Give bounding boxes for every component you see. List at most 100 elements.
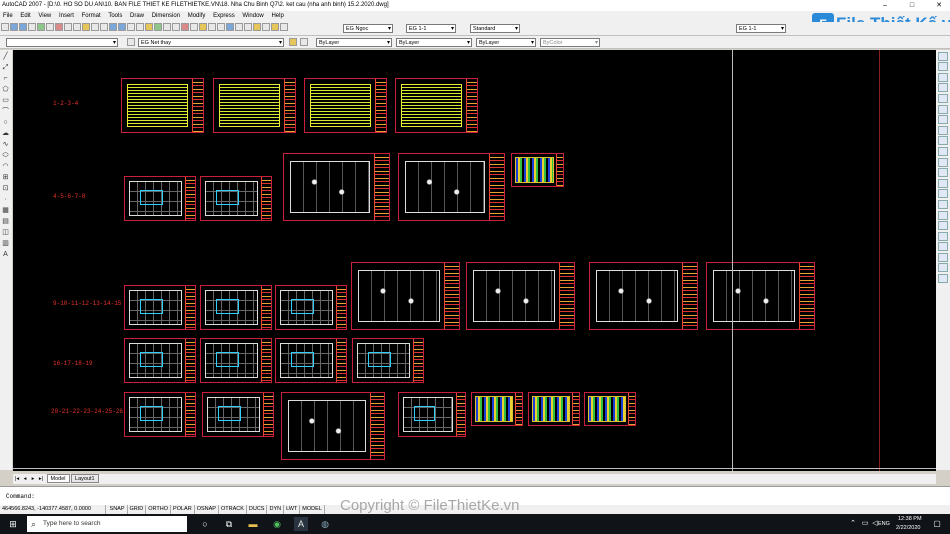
- drawing-sheet[interactable]: [200, 338, 272, 383]
- menu-insert[interactable]: Insert: [56, 11, 77, 22]
- draworder-icon[interactable]: [938, 231, 948, 241]
- close-button[interactable]: ✕: [930, 0, 948, 11]
- trim-icon[interactable]: [938, 146, 948, 156]
- erase-icon[interactable]: [938, 51, 948, 61]
- workspace-select[interactable]: [6, 38, 118, 47]
- menu-tools[interactable]: Tools: [105, 11, 125, 22]
- cut-icon[interactable]: [54, 23, 63, 31]
- break-icon[interactable]: [938, 178, 948, 188]
- hatch-icon[interactable]: ▦: [1, 206, 10, 215]
- layer-toolbar-icon-8[interactable]: [270, 23, 279, 31]
- matchprop-icon[interactable]: [81, 23, 90, 31]
- ducs-toggle[interactable]: DUCS: [247, 505, 268, 514]
- layer-toolbar-icon-9[interactable]: [279, 23, 288, 31]
- break-point-icon[interactable]: [938, 168, 948, 178]
- paste-icon[interactable]: [72, 23, 81, 31]
- otrack-toggle[interactable]: OTRACK: [219, 505, 247, 514]
- first-tab-icon[interactable]: |◂: [13, 474, 21, 484]
- designcenter-icon[interactable]: [153, 23, 162, 31]
- osnap-toggle[interactable]: OSNAP: [195, 505, 219, 514]
- scale-icon[interactable]: [938, 125, 948, 135]
- drawing-sheet[interactable]: [584, 392, 636, 426]
- taskbar-search-input[interactable]: Type here to search: [27, 516, 187, 532]
- drawing-sheet[interactable]: [124, 392, 196, 437]
- layer-properties-icon[interactable]: [126, 38, 135, 46]
- ortho-toggle[interactable]: ORTHO: [146, 505, 172, 514]
- layer-toolbar-icon-7[interactable]: [261, 23, 270, 31]
- help-icon[interactable]: [198, 23, 207, 31]
- menu-view[interactable]: View: [35, 11, 54, 22]
- drawing-sheet[interactable]: [352, 338, 424, 383]
- join-icon[interactable]: [938, 189, 948, 199]
- linetype-select[interactable]: ByLayer: [396, 38, 472, 47]
- extend-icon[interactable]: [938, 157, 948, 167]
- drawing-sheet[interactable]: [275, 285, 347, 330]
- preview-icon[interactable]: [36, 23, 45, 31]
- tab-layout1[interactable]: Layout1: [71, 474, 99, 483]
- dim-style-select[interactable]: EG 1-1: [406, 24, 456, 33]
- polar-toggle[interactable]: POLAR: [171, 505, 195, 514]
- next-tab-icon[interactable]: ▸: [29, 474, 37, 484]
- draworder-back-icon[interactable]: [938, 252, 948, 262]
- prev-tab-icon[interactable]: ◂: [21, 474, 29, 484]
- plot-icon[interactable]: [27, 23, 36, 31]
- markup-icon[interactable]: [180, 23, 189, 31]
- file-explorer-icon[interactable]: ▬: [246, 517, 260, 531]
- new-icon[interactable]: [0, 23, 9, 31]
- clock-date[interactable]: 2/22/2020: [896, 525, 920, 531]
- polyline-icon[interactable]: ⌐: [1, 74, 10, 83]
- color-select[interactable]: ByLayer: [316, 38, 392, 47]
- copy-icon[interactable]: [63, 23, 72, 31]
- table-icon[interactable]: ▥: [1, 239, 10, 248]
- drawing-sheet[interactable]: [466, 262, 575, 330]
- text-style-select[interactable]: EG Ngoc: [343, 24, 393, 33]
- arc-icon[interactable]: ⌒: [1, 107, 10, 116]
- ellipse-arc-icon[interactable]: ◠: [1, 162, 10, 171]
- model-toggle[interactable]: MODEL: [300, 505, 325, 514]
- array-icon[interactable]: [938, 93, 948, 103]
- line-icon[interactable]: ╱: [1, 52, 10, 61]
- menu-express[interactable]: Express: [210, 11, 238, 22]
- drawing-sheet[interactable]: [283, 153, 390, 221]
- drawing-sheet[interactable]: [281, 392, 385, 460]
- point-icon[interactable]: ·: [1, 195, 10, 204]
- drawing-sheet[interactable]: [275, 338, 347, 383]
- drawing-sheet[interactable]: [200, 285, 272, 330]
- layer-toolbar-icon-4[interactable]: [234, 23, 243, 31]
- last-tab-icon[interactable]: ▸|: [37, 474, 45, 484]
- text-front-icon[interactable]: [938, 263, 948, 273]
- lwt-toggle[interactable]: LWT: [284, 505, 301, 514]
- draworder-front-icon[interactable]: [938, 242, 948, 252]
- drawing-sheet[interactable]: [121, 78, 204, 133]
- calculator-icon[interactable]: [189, 23, 198, 31]
- properties-icon[interactable]: [144, 23, 153, 31]
- circle-icon[interactable]: ○: [1, 118, 10, 127]
- rectangle-icon[interactable]: ▭: [1, 96, 10, 105]
- polygon-icon[interactable]: ⬠: [1, 85, 10, 94]
- move-icon[interactable]: [938, 104, 948, 114]
- mtext-icon[interactable]: A: [1, 250, 10, 259]
- menu-help[interactable]: Help: [268, 11, 286, 22]
- drawing-sheet[interactable]: [528, 392, 580, 426]
- layer-previous-icon[interactable]: [299, 38, 308, 46]
- task-view-icon[interactable]: ⧉: [222, 517, 236, 531]
- drawing-sheet[interactable]: [395, 78, 478, 133]
- model-space-canvas[interactable]: 1-2-3-4 4-5-6-7-8 9-10-11-12-13-14-15 16…: [13, 50, 936, 471]
- layer-toolbar-icon-6[interactable]: [252, 23, 261, 31]
- revcloud-icon[interactable]: ☁: [1, 129, 10, 138]
- layer-toolbar-icon-3[interactable]: [225, 23, 234, 31]
- menu-file[interactable]: File: [0, 11, 16, 22]
- drawing-sheet[interactable]: [213, 78, 296, 133]
- make-current-icon[interactable]: [288, 38, 297, 46]
- minimize-button[interactable]: –: [876, 0, 894, 11]
- drawing-sheet[interactable]: [124, 176, 196, 221]
- menu-draw[interactable]: Draw: [127, 11, 147, 22]
- fillet-icon[interactable]: [938, 210, 948, 220]
- rotate-icon[interactable]: [938, 115, 948, 125]
- chrome-icon[interactable]: ◉: [270, 517, 284, 531]
- spline-icon[interactable]: ∿: [1, 140, 10, 149]
- region-icon[interactable]: ◫: [1, 228, 10, 237]
- layer-select[interactable]: EG Net thay: [138, 38, 284, 47]
- grid-toggle[interactable]: GRID: [128, 505, 147, 514]
- pan-icon[interactable]: [108, 23, 117, 31]
